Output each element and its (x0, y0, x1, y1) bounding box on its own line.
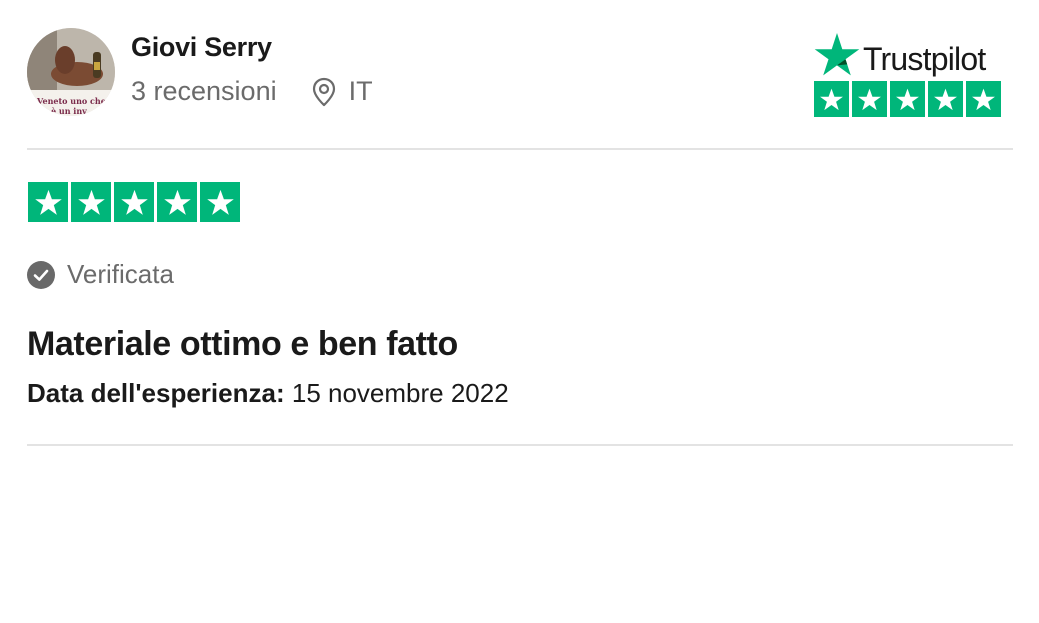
avatar-caption-2: è un inv (51, 106, 87, 116)
check-circle-icon (27, 260, 55, 289)
experience-date-label: Data dell'esperienza: (27, 378, 285, 408)
reviewer-meta: 3 recensioni IT (131, 76, 373, 107)
star-icon (966, 81, 1001, 117)
reviewer-location: IT (311, 76, 373, 107)
review-rating-stars (28, 182, 240, 222)
star-icon (71, 182, 111, 222)
star-icon (814, 81, 849, 117)
avatar[interactable]: Veneto uno che n è un inv (27, 28, 115, 116)
trustpilot-star-icon (814, 33, 860, 76)
review-title[interactable]: Materiale ottimo e ben fatto (27, 325, 458, 364)
divider (27, 148, 1013, 150)
reviewer-name[interactable]: Giovi Serry (131, 32, 272, 63)
star-icon (157, 182, 197, 222)
map-pin-icon (312, 77, 335, 106)
trustpilot-rating-stars (814, 81, 1001, 117)
country-code: IT (348, 76, 373, 106)
trustpilot-name: Trustpilot (863, 41, 986, 77)
trustpilot-logo[interactable]: Trustpilot (814, 30, 1008, 76)
trustpilot-wordmark: Trustpilot (814, 30, 1008, 76)
star-icon (890, 81, 925, 117)
reviews-count[interactable]: 3 recensioni (131, 76, 277, 107)
avatar-image: Veneto uno che n è un inv (27, 28, 115, 116)
verified-badge[interactable]: Verificata (27, 259, 174, 290)
divider (27, 444, 1013, 446)
experience-date: Data dell'esperienza: 15 novembre 2022 (27, 378, 509, 409)
verified-label: Verificata (67, 259, 174, 289)
avatar-caption-1: Veneto uno che n (36, 96, 115, 106)
star-icon (200, 182, 240, 222)
star-icon (928, 81, 963, 117)
star-icon (852, 81, 887, 117)
star-icon (28, 182, 68, 222)
experience-date-value: 15 novembre 2022 (291, 378, 509, 408)
star-icon (114, 182, 154, 222)
